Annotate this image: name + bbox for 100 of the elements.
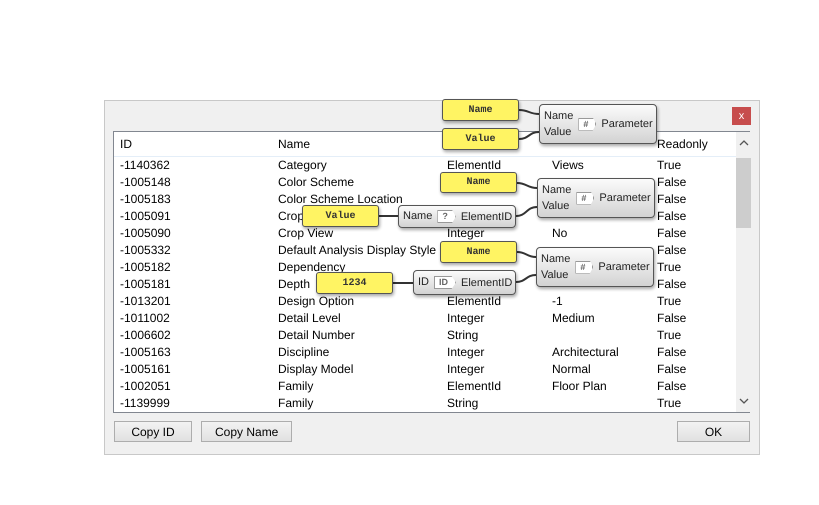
table-cell: False [657,361,686,378]
text-panel[interactable]: Value [442,128,519,150]
table-cell: True [657,157,682,174]
scroll-down-icon[interactable] [738,398,748,404]
table-cell: True [657,327,682,344]
wire [518,131,540,140]
table-cell: False [657,208,686,225]
table-cell: False [657,276,686,293]
table-cell: False [657,191,686,208]
table-cell: -1011002 [120,310,170,327]
table-cell: False [657,225,686,242]
input-label: Value [541,268,570,282]
table-cell: Integer [447,225,484,242]
table-cell: Floor Plan [552,378,607,395]
table-cell: Integer [447,361,484,378]
table-cell: Normal [552,361,591,378]
type-tag: ? [437,210,456,223]
dialog-button[interactable]: OK [677,421,750,442]
table-cell: String [447,327,478,344]
table-cell: String [447,395,478,412]
table-cell: -1005183 [120,191,171,208]
column-header[interactable]: ID [120,137,132,151]
input-label: Name [544,110,574,122]
table-cell: -1002051 [120,378,171,395]
input-label: Name [403,210,432,223]
dialog-button[interactable]: Copy Name [201,421,292,442]
table-cell: False [657,344,686,361]
table-cell: -1013201 [120,293,171,310]
input-label: ID [418,276,429,289]
node-title: Parameter [599,192,651,204]
type-tag: # [576,192,594,204]
input-label: Value [544,126,572,138]
table-cell: Discipline [278,344,330,361]
table-cell: -1005161 [120,361,171,378]
table-cell: Integer [447,344,484,361]
table-cell: Color Scheme Location [278,191,403,208]
text-panel[interactable]: Value [302,205,379,227]
table-cell: Display Model [278,361,354,378]
table-cell: Detail Level [278,310,341,327]
table-cell: Design Option [278,293,354,310]
table-cell: Crop View [278,225,334,242]
table-cell: -1005163 [120,344,171,361]
table-cell: -1005148 [120,174,171,191]
input-label: Value [542,200,570,212]
column-header[interactable]: Readonly [657,137,708,151]
table-cell: -1140362 [120,157,170,174]
table-cell: -1006602 [120,327,171,344]
table-cell: Default Analysis Display Style [278,242,436,259]
type-tag: ID [434,276,456,289]
table-cell: Medium [552,310,595,327]
table-cell: False [657,174,686,191]
text-panel[interactable]: 1234 [316,272,393,294]
component-node[interactable]: ID ID ElementID [413,270,516,295]
type-tag: # [578,118,596,130]
table-cell: False [657,378,686,395]
dialog-button[interactable]: Copy ID [114,421,192,442]
node-title: Parameter [601,118,653,130]
input-label: Name [542,184,572,196]
table-cell: Color Scheme [278,174,354,191]
table-cell: -1005182 [120,259,171,276]
node-title: ElementID [461,276,512,288]
wire [516,274,536,283]
table-cell: Architectural [552,344,619,361]
input-label: Name [541,252,570,266]
table-cell: ElementId [447,293,502,310]
table-cell: True [657,259,682,276]
close-button[interactable]: x [732,107,751,125]
node-title: Parameter [598,261,650,273]
table-cell: Family [278,395,314,412]
table-cell: Detail Number [278,327,355,344]
table-cell: -1 [552,293,563,310]
table-cell: Category [278,157,327,174]
table-cell: -1005181 [120,276,171,293]
wire [393,282,413,284]
wire [516,251,536,258]
type-tag: # [575,260,594,274]
node-title: ElementID [460,210,512,222]
wire [516,206,538,217]
wire [518,109,540,115]
text-panel[interactable]: Name [440,241,517,263]
table-cell: No [552,225,568,242]
table-cell: ElementId [447,378,502,395]
scrollbar[interactable] [736,132,751,412]
table-cell: Integer [447,310,484,327]
table-cell: -1139999 [120,395,170,412]
text-panel[interactable]: Name [442,99,519,121]
table-cell: False [657,310,686,327]
column-header[interactable]: Name [278,137,310,151]
wire [516,182,538,189]
table-cell: True [657,293,682,310]
scroll-up-icon[interactable] [738,140,748,146]
table-cell: ElementId [447,157,502,174]
table-cell: -1005090 [120,225,171,242]
text-panel[interactable]: Name [440,172,517,193]
component-node[interactable]: Name ? ElementID [398,205,516,228]
table-cell: Depth [278,276,310,293]
table-cell: -1005091 [120,208,171,225]
table-cell: -1005332 [120,242,171,259]
wire [379,215,399,217]
table-cell: True [657,395,682,412]
